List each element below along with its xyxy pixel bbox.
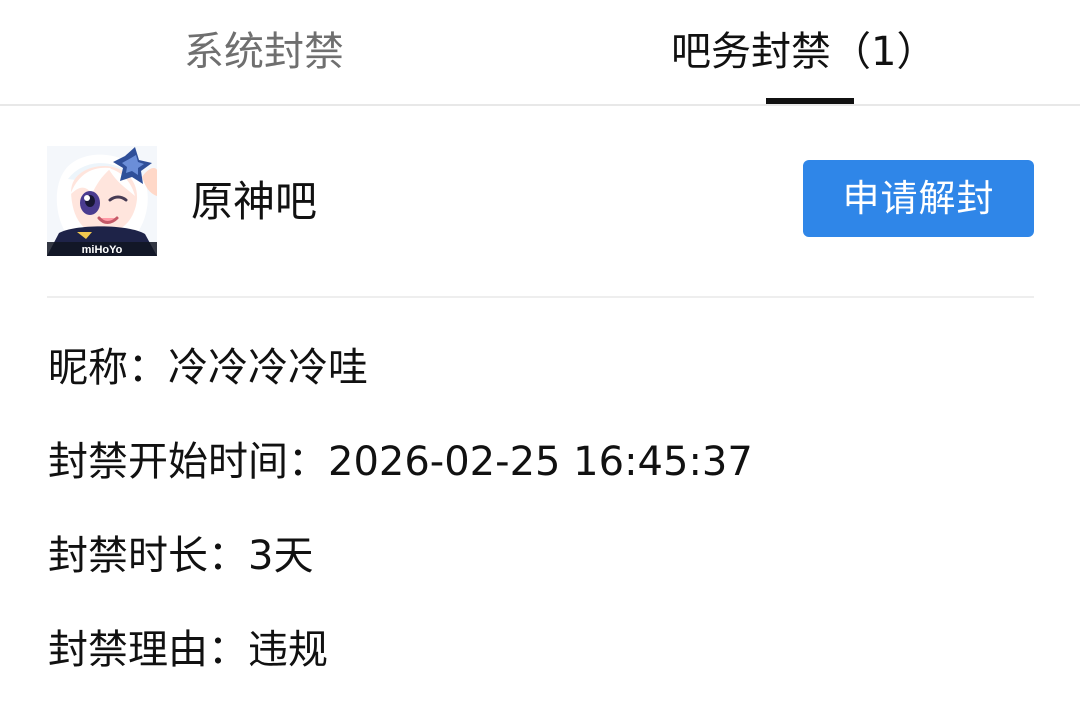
tab-bar: 系统封禁 吧务封禁（1）	[0, 0, 1080, 106]
active-tab-indicator	[766, 98, 854, 104]
ban-record-page: 系统封禁 吧务封禁（1） miHoYo 原神吧 申请解封 昵称：冷冷冷冷哇 封禁…	[0, 0, 1080, 717]
ban-duration-value: 3天	[248, 533, 314, 579]
forum-avatar: miHoYo	[47, 146, 157, 256]
tab-bar-ban[interactable]: 吧务封禁（1）	[671, 22, 936, 82]
forum-row: miHoYo 原神吧 申请解封	[47, 146, 1034, 256]
ban-start-row: 封禁开始时间：2026-02-25 16:45:37	[48, 434, 753, 490]
paimon-avatar-icon: miHoYo	[47, 146, 157, 256]
tab-system-ban[interactable]: 系统封禁	[184, 22, 344, 82]
ban-reason-value: 违规	[248, 627, 328, 673]
avatar-watermark: miHoYo	[82, 244, 123, 256]
forum-name[interactable]: 原神吧	[191, 174, 317, 230]
ban-start-value: 2026-02-25 16:45:37	[328, 439, 753, 485]
appeal-unban-button[interactable]: 申请解封	[803, 160, 1034, 237]
nickname-label: 昵称：	[48, 345, 168, 391]
nickname-row: 昵称：冷冷冷冷哇	[48, 340, 368, 396]
section-divider	[47, 296, 1034, 298]
ban-duration-row: 封禁时长：3天	[48, 528, 313, 584]
nickname-value: 冷冷冷冷哇	[168, 345, 368, 391]
ban-start-label: 封禁开始时间：	[48, 439, 328, 485]
ban-duration-label: 封禁时长：	[48, 533, 248, 579]
ban-reason-label: 封禁理由：	[48, 627, 248, 673]
ban-reason-row: 封禁理由：违规	[48, 622, 328, 678]
